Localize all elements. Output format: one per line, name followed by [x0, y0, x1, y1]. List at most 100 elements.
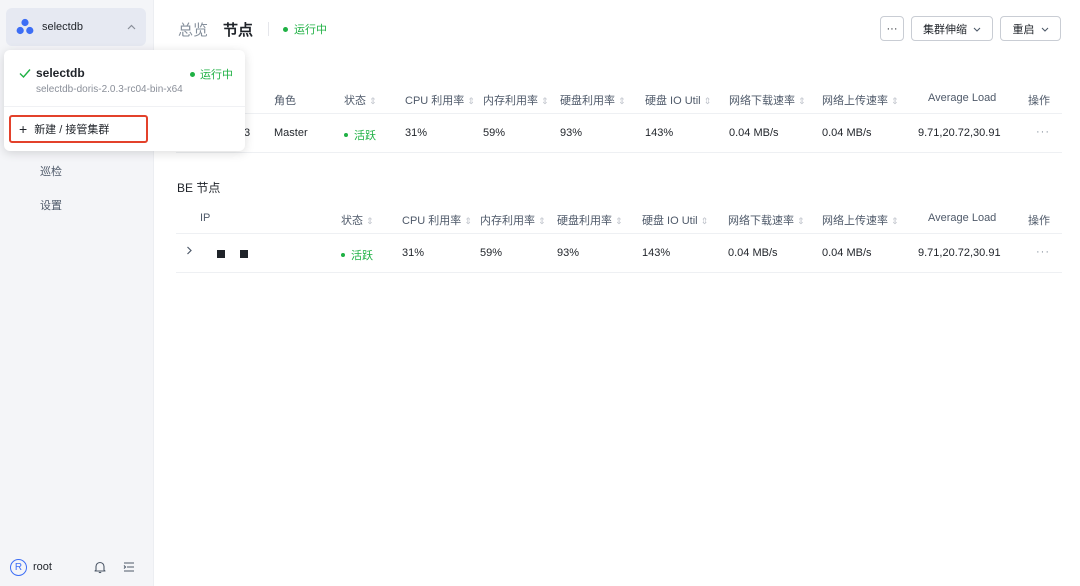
chevron-down-icon	[973, 24, 981, 34]
sort-icon[interactable]: ⇕	[797, 216, 805, 226]
chevron-down-icon	[1041, 24, 1049, 34]
status-dot	[190, 71, 195, 77]
fe-col-status[interactable]: 状态 ⇕	[344, 92, 377, 108]
restart-button[interactable]: 重启	[1000, 16, 1061, 41]
be-disk-cell: 93%	[557, 247, 580, 259]
fe-col-cpu-label: CPU 利用率	[405, 95, 465, 107]
be-section-title: BE 节点	[177, 181, 221, 195]
be-cpu-cell: 31%	[402, 247, 425, 259]
tab-nodes[interactable]: 节点	[223, 19, 253, 40]
new-cluster-button[interactable]: + 新建 / 接管集群	[9, 115, 148, 143]
fe-role-cell: Master	[274, 127, 308, 139]
sort-icon[interactable]: ⇕	[538, 216, 546, 226]
be-download-cell: 0.04 MB/s	[728, 247, 778, 259]
fe-col-role: 角色	[274, 95, 296, 107]
fe-col-cpu[interactable]: CPU 利用率 ⇕	[405, 92, 475, 108]
sort-icon[interactable]: ⇕	[541, 96, 549, 106]
be-col-upload[interactable]: 网络上传速率 ⇕	[822, 212, 899, 228]
bell-icon[interactable]	[92, 559, 108, 575]
sidebar-item-settings[interactable]: 设置	[40, 197, 62, 213]
avatar[interactable]: R	[10, 558, 27, 576]
fe-status-text: 活跃	[354, 130, 376, 142]
be-col-cpu-label: CPU 利用率	[402, 215, 462, 227]
be-status-cell: 活跃	[341, 247, 373, 263]
fe-col-upload[interactable]: 网络上传速率 ⇕	[822, 92, 899, 108]
status-dot	[344, 133, 348, 137]
menu-icon[interactable]	[121, 559, 137, 575]
be-col-disk[interactable]: 硬盘利用率 ⇕	[557, 212, 623, 228]
be-status-text: 活跃	[351, 250, 373, 262]
sort-icon[interactable]: ⇕	[891, 216, 899, 226]
be-col-mem[interactable]: 内存利用率 ⇕	[480, 212, 546, 228]
be-col-download[interactable]: 网络下载速率 ⇕	[728, 212, 805, 228]
sort-icon[interactable]: ⇕	[615, 216, 623, 226]
sort-icon[interactable]: ⇕	[618, 96, 626, 106]
fe-download-cell: 0.04 MB/s	[729, 127, 779, 139]
be-io-cell: 143%	[642, 247, 671, 259]
sort-icon[interactable]: ⇕	[464, 216, 472, 226]
be-row-more-button[interactable]: ···	[1036, 246, 1050, 258]
sort-icon[interactable]: ⇕	[798, 96, 806, 106]
fe-io-cell: 143%	[645, 127, 674, 139]
be-col-status[interactable]: 状态 ⇕	[341, 212, 374, 228]
be-col-cpu[interactable]: CPU 利用率 ⇕	[402, 212, 472, 228]
cluster-scale-button[interactable]: 集群伸缩	[911, 16, 993, 41]
table-divider	[176, 272, 1062, 273]
expand-row-icon[interactable]	[186, 246, 193, 258]
fe-mem-cell: 59%	[483, 127, 506, 139]
fe-col-download[interactable]: 网络下载速率 ⇕	[729, 92, 806, 108]
user-name[interactable]: root	[33, 561, 52, 573]
fe-upload-cell: 0.04 MB/s	[822, 127, 872, 139]
sort-icon[interactable]: ⇕	[701, 216, 709, 226]
be-col-load: Average Load	[928, 212, 997, 224]
be-upload-cell: 0.04 MB/s	[822, 247, 872, 259]
be-col-upload-label: 网络上传速率	[822, 215, 888, 227]
fe-col-io-label: 硬盘 IO Util	[645, 95, 701, 107]
sort-icon[interactable]: ⇕	[366, 216, 374, 226]
sort-icon[interactable]: ⇕	[891, 96, 899, 106]
be-col-download-label: 网络下载速率	[728, 215, 794, 227]
be-col-mem-label: 内存利用率	[480, 215, 535, 227]
plus-icon: +	[19, 121, 28, 137]
cluster-switcher-name: selectdb	[42, 21, 83, 33]
sidebar-footer: R root	[10, 556, 144, 578]
cluster-dropdown: selectdb 运行中 selectdb-doris-2.0.3-rc04-b…	[4, 50, 245, 151]
cluster-switcher[interactable]: selectdb	[6, 8, 146, 46]
dropdown-divider	[4, 106, 245, 107]
cluster-option-name: selectdb	[36, 66, 85, 80]
fe-col-io[interactable]: 硬盘 IO Util ⇕	[645, 92, 711, 108]
chevron-up-icon	[127, 22, 136, 33]
sort-icon[interactable]: ⇕	[467, 96, 475, 106]
fe-col-status-label: 状态	[344, 95, 366, 107]
fe-col-actions: 操作	[1028, 95, 1050, 107]
sort-icon[interactable]: ⇕	[369, 96, 377, 106]
redacted-ip-block	[240, 250, 248, 258]
cluster-option-status-text: 运行中	[200, 69, 233, 81]
sort-icon[interactable]: ⇕	[704, 96, 712, 106]
cluster-scale-label: 集群伸缩	[923, 23, 967, 36]
be-col-disk-label: 硬盘利用率	[557, 215, 612, 227]
check-icon	[19, 69, 31, 79]
restart-label: 重启	[1012, 23, 1035, 36]
fe-col-disk[interactable]: 硬盘利用率 ⇕	[560, 92, 626, 108]
cluster-option-status: 运行中	[190, 66, 233, 82]
fe-status-cell: 活跃	[344, 127, 376, 143]
table-divider	[176, 113, 1062, 114]
fe-col-mem[interactable]: 内存利用率 ⇕	[483, 92, 549, 108]
fe-col-mem-label: 内存利用率	[483, 95, 538, 107]
sidebar-item-inspection[interactable]: 巡检	[40, 163, 62, 179]
fe-col-download-label: 网络下载速率	[729, 95, 795, 107]
redacted-ip-block	[217, 250, 225, 258]
fe-row-more-button[interactable]: ···	[1036, 126, 1050, 138]
fe-col-upload-label: 网络上传速率	[822, 95, 888, 107]
cluster-option-version: selectdb-doris-2.0.3-rc04-bin-x64	[36, 84, 183, 95]
fe-disk-cell: 93%	[560, 127, 583, 139]
be-load-cell: 9.71,20.72,30.91	[918, 247, 1001, 259]
table-divider	[176, 152, 1062, 153]
more-actions-button[interactable]: ···	[880, 16, 904, 41]
tab-overview[interactable]: 总览	[178, 19, 208, 40]
cluster-status-text: 运行中	[294, 24, 327, 36]
cluster-option[interactable]: selectdb 运行中 selectdb-doris-2.0.3-rc04-b…	[4, 50, 245, 102]
table-divider	[176, 233, 1062, 234]
be-col-io[interactable]: 硬盘 IO Util ⇕	[642, 212, 708, 228]
